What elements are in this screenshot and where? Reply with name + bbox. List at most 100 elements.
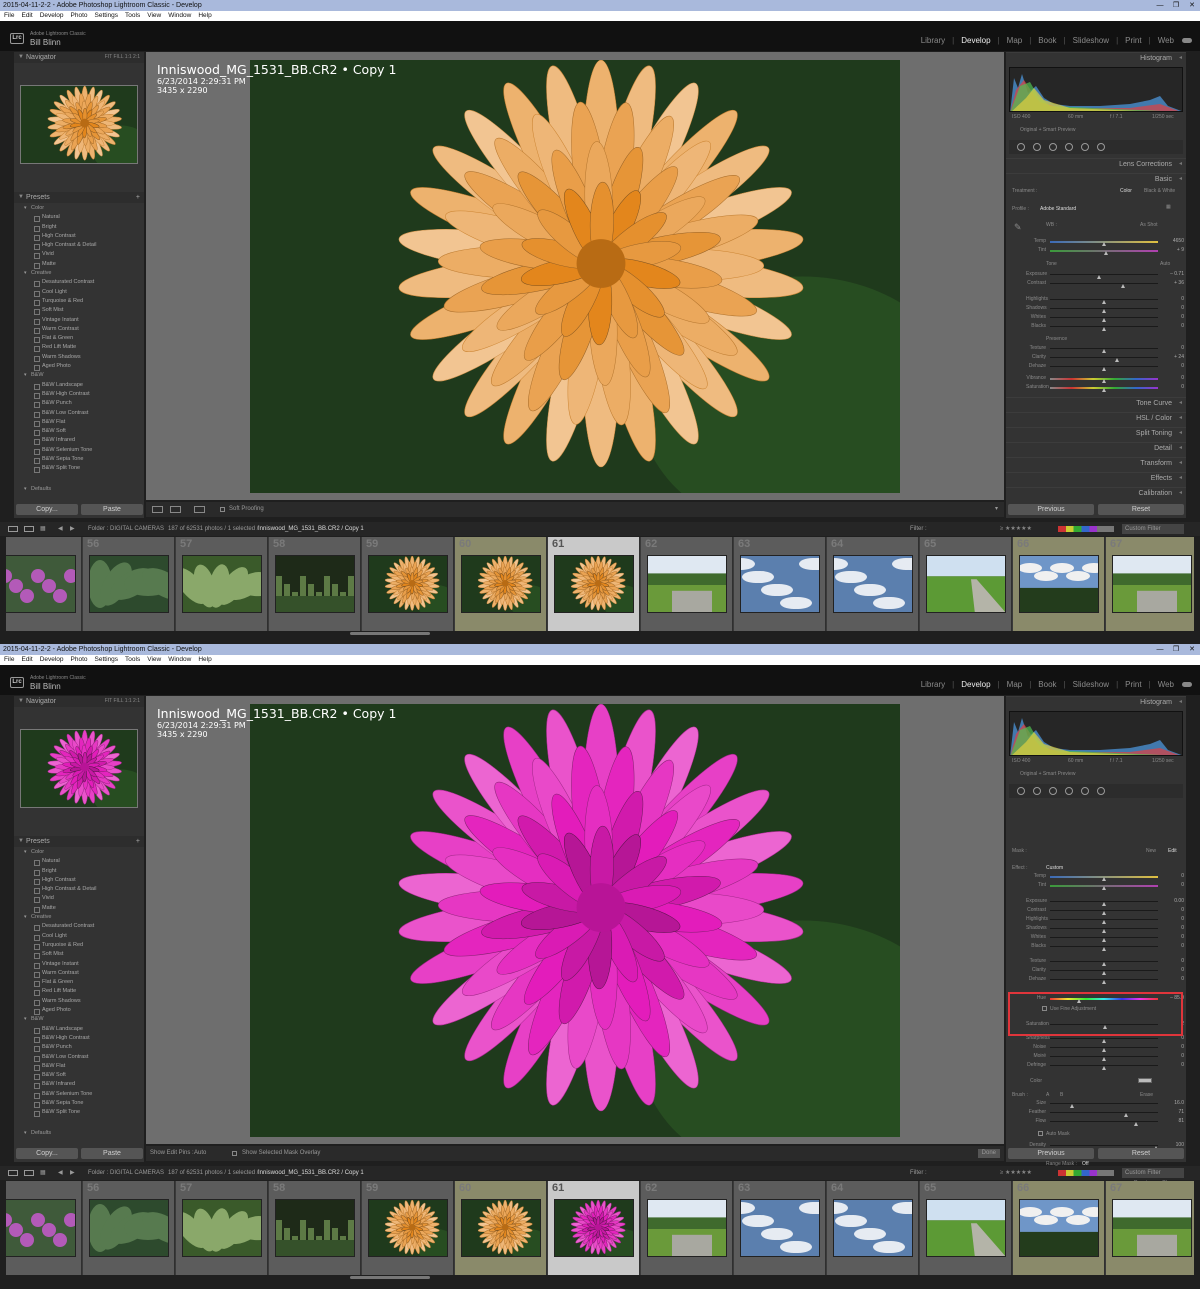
preset-item[interactable]: B&W Infrared [14, 1080, 144, 1090]
presence-saturation-slider-knob[interactable] [1102, 388, 1106, 392]
preset-item[interactable]: Cool Light [14, 288, 144, 297]
yy-icon[interactable] [194, 506, 205, 513]
filmstrip-thumbnail[interactable] [275, 1199, 355, 1257]
filmstrip-cell[interactable]: 63 [734, 537, 826, 631]
wb-select[interactable]: As Shot [1140, 222, 1158, 228]
tone-exposure-slider[interactable] [1050, 274, 1158, 275]
main-window-icon[interactable] [8, 1170, 18, 1176]
menu-view[interactable]: View [147, 12, 161, 19]
histogram-graph[interactable] [1009, 67, 1183, 112]
module-book[interactable]: Book [1038, 36, 1056, 45]
grid-icon[interactable]: ▦ [40, 522, 46, 536]
preset-item[interactable]: Warm Shadows [14, 353, 144, 363]
filmstrip-thumbnail[interactable] [833, 555, 913, 613]
presets-header[interactable]: ▼ Presets + [14, 836, 144, 847]
treatment-bw[interactable]: Black & White [1144, 188, 1175, 194]
filmstrip-cell[interactable]: 64 [827, 1181, 919, 1275]
panel-effects-header[interactable]: Effects [1006, 472, 1186, 484]
brush-size-slider[interactable] [1050, 1103, 1158, 1104]
preset-item[interactable]: B&W Landscape [14, 381, 144, 390]
local-highlights-slider-knob[interactable] [1102, 920, 1106, 924]
panel-transform-header[interactable]: Transform [1006, 457, 1186, 469]
filmstrip-cell[interactable]: 65 [920, 1181, 1012, 1275]
panel-split-toning-header[interactable]: Split Toning [1006, 427, 1186, 439]
presence-saturation-value[interactable]: 0 [1160, 384, 1184, 390]
cloud-icon[interactable] [1182, 38, 1192, 43]
module-map[interactable]: Map [1007, 680, 1023, 689]
filmstrip-cell[interactable]: 59 [362, 1181, 454, 1275]
navigator-zoom[interactable]: FIT FILL 1:1 2:1 [105, 696, 140, 707]
maximize-icon[interactable]: ❐ [1168, 644, 1184, 655]
menu-file[interactable]: File [4, 656, 14, 663]
brush-flow-value[interactable]: 81 [1160, 1118, 1184, 1124]
local-dehaze-slider-knob[interactable] [1102, 980, 1106, 984]
module-develop[interactable]: Develop [961, 680, 990, 689]
navigator-header[interactable]: ▼ Navigator FIT FILL 1:1 2:1 [14, 52, 144, 63]
brush-flow-slider[interactable] [1050, 1121, 1158, 1122]
soft-proofing-checkbox[interactable] [220, 507, 225, 512]
wb-temp-value[interactable]: 4650 [1160, 238, 1184, 244]
second-window-icon[interactable] [24, 1170, 34, 1176]
preset-item[interactable]: B&W Sepia Tone [14, 1099, 144, 1109]
tone-contrast-value[interactable]: + 36 [1160, 280, 1184, 286]
preset-group-color[interactable]: Color [14, 204, 144, 214]
module-library[interactable]: Library [921, 36, 945, 45]
filmstrip-cell[interactable]: 58 [269, 1181, 361, 1275]
preset-item[interactable]: Red Lift Matte [14, 343, 144, 353]
filmstrip-cell[interactable]: 61 [548, 537, 640, 631]
preset-item[interactable]: Aged Photo [14, 1006, 144, 1016]
histogram-header[interactable]: Histogram [1006, 52, 1186, 64]
preset-item[interactable]: B&W Flat [14, 418, 144, 428]
filmstrip-cell[interactable]: 66 [1013, 537, 1105, 631]
local-moiré-value[interactable]: 0 [1160, 1053, 1184, 1059]
preset-item[interactable]: B&W Split Tone [14, 464, 144, 474]
presence-dehaze-slider-knob[interactable] [1102, 367, 1106, 371]
preset-item[interactable]: Cool Light [14, 932, 144, 941]
local-temp-slider-knob[interactable] [1102, 877, 1106, 881]
filmstrip-cell[interactable]: 60 [455, 537, 547, 631]
module-slideshow[interactable]: Slideshow [1073, 36, 1109, 45]
preset-item[interactable]: B&W Low Contrast [14, 1053, 144, 1062]
crop-icon[interactable] [1017, 787, 1025, 795]
menu-settings[interactable]: Settings [95, 656, 119, 663]
local-defringe-value[interactable]: 0 [1160, 1062, 1184, 1068]
menu-develop[interactable]: Develop [40, 12, 64, 19]
presence-clarity-slider[interactable] [1050, 357, 1158, 358]
presence-texture-slider-knob[interactable] [1102, 349, 1106, 353]
module-book[interactable]: Book [1038, 680, 1056, 689]
menu-window[interactable]: Window [168, 656, 191, 663]
rating-filter-stars[interactable]: ≥ ★★★★★ [1000, 1166, 1032, 1180]
filmstrip-thumbnail[interactable] [182, 1199, 262, 1257]
add-preset-icon[interactable]: + [136, 192, 140, 203]
local-clarity-value[interactable]: 0 [1160, 967, 1184, 973]
presence-dehaze-value[interactable]: 0 [1160, 363, 1184, 369]
preset-item[interactable]: Bright [14, 223, 144, 232]
preset-item[interactable]: Desaturated Contrast [14, 922, 144, 932]
tone-highlights-slider-knob[interactable] [1102, 300, 1106, 304]
preset-item[interactable]: Vivid [14, 894, 144, 904]
local-moiré-slider-knob[interactable] [1102, 1057, 1106, 1061]
edit-pins-select[interactable]: Auto [194, 1146, 206, 1161]
local-temp-value[interactable]: 0 [1160, 873, 1184, 879]
preset-item[interactable]: Soft Mist [14, 306, 144, 316]
local-blacks-slider-knob[interactable] [1102, 947, 1106, 951]
brush-icon[interactable] [1097, 143, 1105, 151]
red-eye-icon[interactable] [1049, 787, 1057, 795]
presence-clarity-slider-knob[interactable] [1114, 358, 1119, 362]
preset-item[interactable]: Natural [14, 857, 144, 867]
toolbar-menu-icon[interactable]: ▾ [995, 502, 998, 517]
brush-feather-value[interactable]: 71 [1160, 1109, 1184, 1115]
filmstrip-cell[interactable]: 65 [920, 537, 1012, 631]
preset-item[interactable]: Soft Mist [14, 950, 144, 960]
back-arrow-icon[interactable]: ◀ [58, 1166, 63, 1180]
mask-overlay-checkbox[interactable] [232, 1151, 237, 1156]
local-dehaze-value[interactable]: 0 [1160, 976, 1184, 982]
preset-group-creative[interactable]: Creative [14, 269, 144, 279]
preset-item[interactable]: Warm Contrast [14, 969, 144, 979]
filmstrip-scrollbar[interactable] [350, 632, 430, 635]
radial-filter-icon[interactable] [1081, 143, 1089, 151]
preset-item[interactable]: Matte [14, 904, 144, 914]
navigator-preview[interactable] [20, 85, 138, 164]
spot-removal-icon[interactable] [1033, 787, 1041, 795]
filmstrip-thumbnail[interactable] [554, 1199, 634, 1257]
